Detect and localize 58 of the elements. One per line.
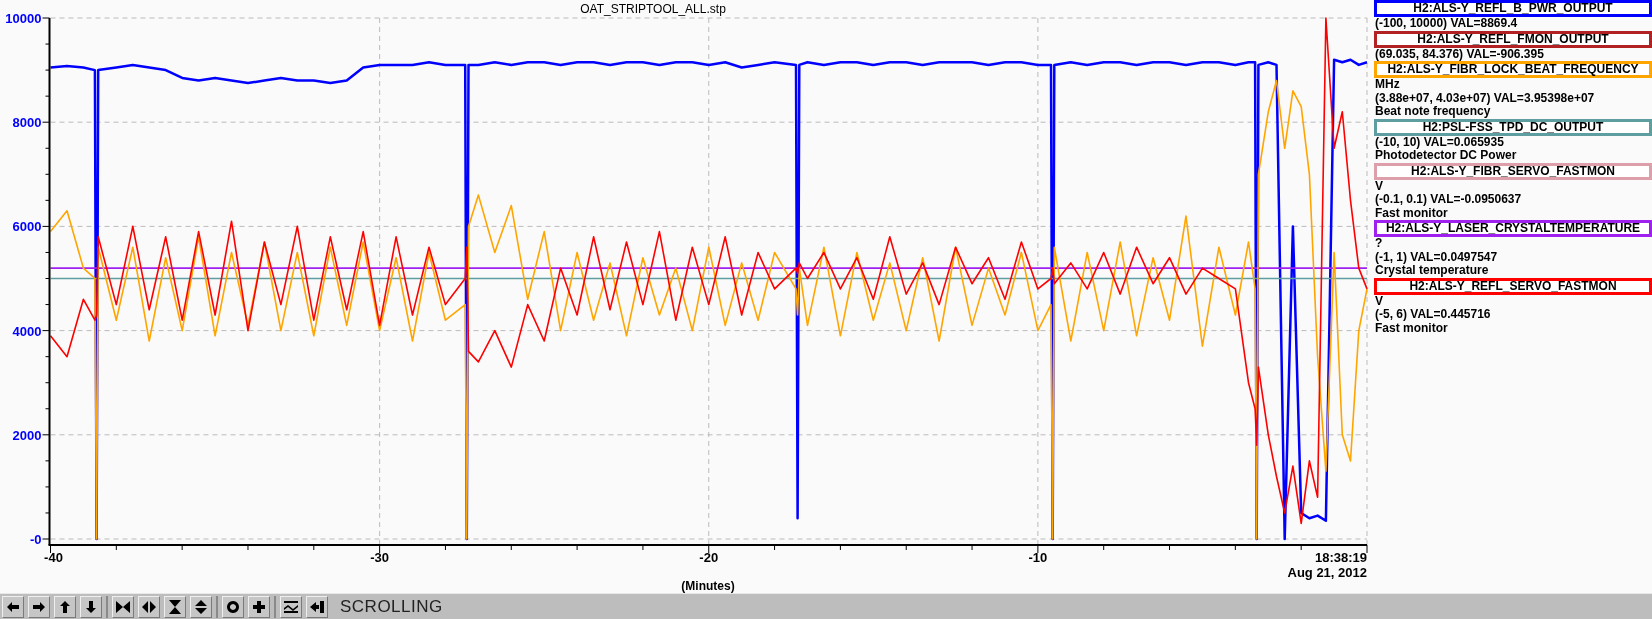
channel-units: ? <box>1374 237 1384 251</box>
channel-units: V <box>1374 179 1384 193</box>
wave-graph-icon <box>283 598 299 615</box>
inward-triangles-button[interactable] <box>112 595 134 618</box>
timestamp-time: 18:38:19 <box>1314 550 1367 565</box>
channel-description: Beat note frequency <box>1374 105 1492 119</box>
channel-range-value: (-1, 1) VAL=0.0497547 <box>1374 250 1499 264</box>
arrow-to-bar-icon <box>309 598 325 615</box>
channel-range-value: (69.035, 84.376) VAL=-906.395 <box>1374 47 1545 61</box>
channel-range-value: (-5, 6) VAL=0.445716 <box>1374 308 1492 322</box>
y-tick-label: 10000 <box>5 11 42 26</box>
channel-name[interactable]: H2:ALS-Y_REFL_B_PWR_OUTPUT <box>1374 0 1652 17</box>
channel-units: MHz <box>1374 78 1401 92</box>
channel-name[interactable]: H2:PSL-FSS_TPD_DC_OUTPUT <box>1374 118 1652 136</box>
up-down-triangles-icon <box>193 598 209 615</box>
hourglass-button[interactable] <box>164 595 186 618</box>
channel-range-value: (-10, 10) VAL=0.065935 <box>1374 135 1505 149</box>
channel-range-value: (3.88e+07, 4.03e+07) VAL=3.95398e+07 <box>1374 91 1596 105</box>
channel-description: Crystal temperature <box>1374 264 1490 278</box>
channel-name[interactable]: H2:ALS-Y_FIBR_SERVO_FASTMON <box>1374 162 1652 180</box>
ring-icon <box>225 598 241 615</box>
channel-name[interactable]: H2:ALS-Y_LASER_CRYSTALTEMPERATURE <box>1374 220 1652 237</box>
y-tick-label: 4000 <box>12 323 42 339</box>
plus-button[interactable] <box>248 595 270 618</box>
x-tick-label: -40 <box>44 550 63 565</box>
outward-triangles-icon <box>141 598 157 615</box>
channel-name[interactable]: H2:ALS-Y_REFL_SERVO_FASTMON <box>1374 277 1652 295</box>
channel-range-value: (-0.1, 0.1) VAL=-0.0950637 <box>1374 193 1523 207</box>
up-arrow-button[interactable] <box>54 595 76 618</box>
down-arrow-button[interactable] <box>80 595 102 618</box>
channel-name[interactable]: H2:ALS-Y_REFL_FMON_OUTPUT <box>1374 30 1652 48</box>
y-tick-label: 6000 <box>12 219 42 235</box>
ring-button[interactable] <box>222 595 244 618</box>
outward-triangles-button[interactable] <box>138 595 160 618</box>
timestamp-date: Aug 21, 2012 <box>1287 565 1367 580</box>
channel-range-value: (-100, 10000) VAL=8869.4 <box>1374 17 1519 31</box>
channel-description: Fast monitor <box>1374 206 1449 220</box>
mode-status: SCROLLING <box>340 596 443 617</box>
inward-triangles-icon <box>115 598 131 615</box>
y-tick-label: -0 <box>29 532 42 547</box>
channel-description: Photodetector DC Power <box>1374 149 1518 163</box>
up-down-triangles-button[interactable] <box>190 595 212 618</box>
x-tick-label: -20 <box>699 550 719 565</box>
left-arrow-button[interactable] <box>2 595 24 618</box>
y-tick-label: 8000 <box>12 115 42 131</box>
chart-title: OAT_STRIPTOOL_ALL.stp <box>580 2 726 16</box>
x-tick-label: -30 <box>370 550 389 565</box>
right-arrow-button[interactable] <box>28 595 50 618</box>
channel-name[interactable]: H2:ALS-Y_FIBR_LOCK_BEAT_FREQUENCY <box>1374 61 1652 78</box>
hourglass-icon <box>167 598 183 615</box>
arrow-to-bar-button[interactable] <box>306 595 328 618</box>
plus-icon <box>251 598 267 615</box>
channel-units: V <box>1374 294 1384 308</box>
x-axis-label: (Minutes) <box>681 579 735 593</box>
y-tick-label: 2000 <box>12 427 42 443</box>
x-tick-label: -10 <box>1028 550 1048 565</box>
channel-description: Fast monitor <box>1374 321 1449 335</box>
wave-graph-button[interactable] <box>280 595 302 618</box>
